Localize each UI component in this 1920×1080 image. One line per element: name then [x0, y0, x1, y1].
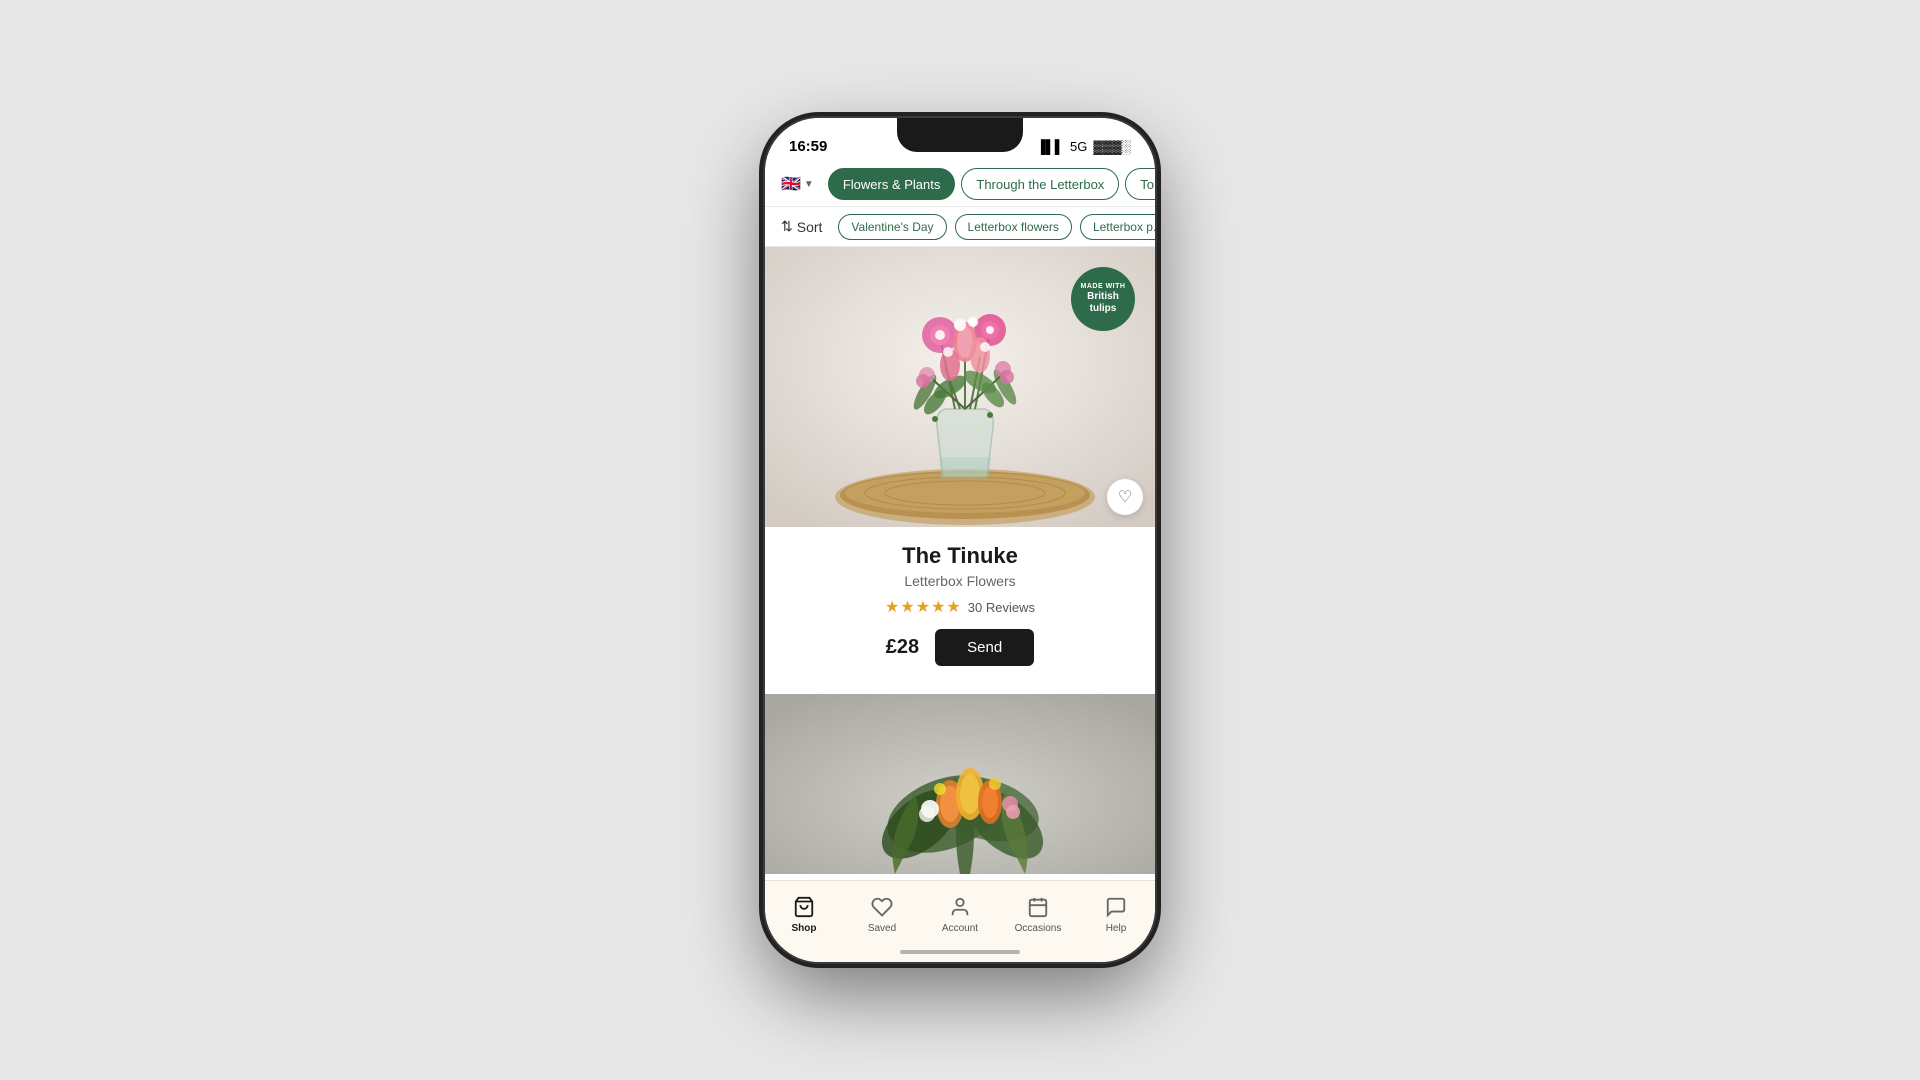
- flag-icon: 🇬🇧: [781, 174, 801, 194]
- shop-icon: [792, 895, 816, 919]
- badge-sub-text: tulips: [1090, 303, 1117, 315]
- nav-saved[interactable]: Saved: [843, 889, 921, 940]
- badge-main-text: British: [1087, 291, 1119, 303]
- tab-through-letterbox[interactable]: Through the Letterbox: [961, 168, 1119, 200]
- product-image-2-svg: [765, 694, 1155, 874]
- filter-bar: ⇅ Sort Valentine's Day Letterbox flowers…: [765, 207, 1155, 247]
- product-image-container[interactable]: MADE WITH British tulips ♡: [765, 247, 1155, 527]
- wishlist-button[interactable]: ♡: [1107, 479, 1143, 515]
- tab-to-the[interactable]: To the...: [1125, 168, 1155, 200]
- nav-help[interactable]: Help: [1077, 889, 1155, 940]
- signal-icon: ▐▌▌: [1036, 139, 1064, 154]
- saved-icon: [870, 895, 894, 919]
- nav-shop[interactable]: Shop: [765, 889, 843, 940]
- account-label: Account: [942, 923, 978, 934]
- review-count: 30 Reviews: [968, 600, 1035, 615]
- product-list: MADE WITH British tulips ♡ The Tinuke Le…: [765, 247, 1155, 891]
- account-icon: [948, 895, 972, 919]
- shop-label: Shop: [792, 923, 817, 934]
- saved-label: Saved: [868, 923, 896, 934]
- sort-button[interactable]: ⇅ Sort: [773, 213, 830, 240]
- notch: [897, 118, 1023, 152]
- home-indicator: [900, 950, 1020, 954]
- occasions-icon: [1026, 895, 1050, 919]
- battery-icon: ▓▓▓░: [1093, 139, 1131, 154]
- heart-icon: ♡: [1118, 487, 1132, 507]
- product-card-2[interactable]: [765, 694, 1155, 879]
- nav-occasions[interactable]: Occasions: [999, 889, 1077, 940]
- phone-frame: 16:59 ▐▌▌ 5G ▓▓▓░ 🇬🇧 ▼ Flowers & Plants …: [765, 118, 1155, 962]
- send-button[interactable]: Send: [935, 629, 1034, 666]
- star-rating: ★★★★★: [885, 597, 962, 617]
- product-price: £28: [886, 636, 919, 659]
- bottom-nav: Shop Saved Account: [765, 880, 1155, 962]
- product-info: The Tinuke Letterbox Flowers ★★★★★ 30 Re…: [765, 527, 1155, 666]
- help-label: Help: [1106, 923, 1127, 934]
- occasions-label: Occasions: [1015, 923, 1062, 934]
- nav-account[interactable]: Account: [921, 889, 999, 940]
- product-subtitle: Letterbox Flowers: [785, 573, 1135, 589]
- filter-valentines[interactable]: Valentine's Day: [838, 214, 946, 240]
- phone-screen: 16:59 ▐▌▌ 5G ▓▓▓░ 🇬🇧 ▼ Flowers & Plants …: [765, 118, 1155, 962]
- help-icon: [1104, 895, 1128, 919]
- status-icons: ▐▌▌ 5G ▓▓▓░: [1036, 139, 1131, 154]
- status-time: 16:59: [789, 138, 827, 155]
- sort-label: Sort: [797, 219, 823, 235]
- tab-flowers-plants[interactable]: Flowers & Plants: [828, 168, 956, 200]
- sort-icon: ⇅: [781, 218, 793, 235]
- filter-letterbox-p[interactable]: Letterbox p...: [1080, 214, 1155, 240]
- stars-row: ★★★★★ 30 Reviews: [785, 597, 1135, 617]
- network-label: 5G: [1070, 139, 1087, 154]
- badge-text: MADE WITH: [1081, 283, 1126, 291]
- language-selector[interactable]: 🇬🇧 ▼: [773, 168, 822, 200]
- price-row: £28 Send: [785, 629, 1135, 666]
- chevron-down-icon: ▼: [804, 179, 814, 190]
- nav-tabs: 🇬🇧 ▼ Flowers & Plants Through the Letter…: [765, 162, 1155, 207]
- filter-letterbox-flowers[interactable]: Letterbox flowers: [955, 214, 1072, 240]
- product-name[interactable]: The Tinuke: [785, 543, 1135, 569]
- product-card-tinuke: MADE WITH British tulips ♡ The Tinuke Le…: [765, 247, 1155, 686]
- british-tulips-badge: MADE WITH British tulips: [1071, 267, 1135, 331]
